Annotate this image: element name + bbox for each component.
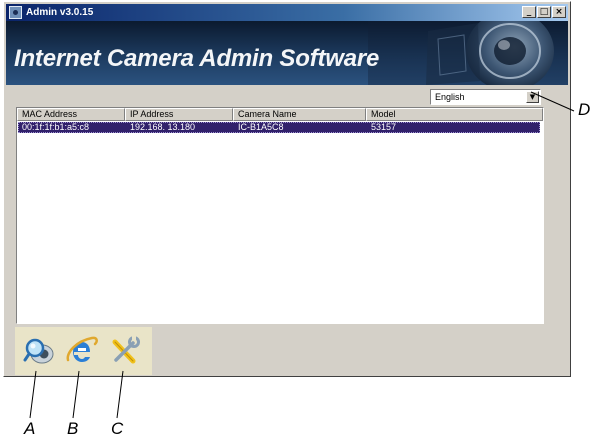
callout-label-d: D: [578, 100, 591, 119]
callout-label-a: A: [24, 419, 36, 438]
callout-label-c: C: [111, 419, 124, 438]
callout-label-b: B: [67, 419, 79, 438]
callout-lines: [29, 91, 575, 419]
